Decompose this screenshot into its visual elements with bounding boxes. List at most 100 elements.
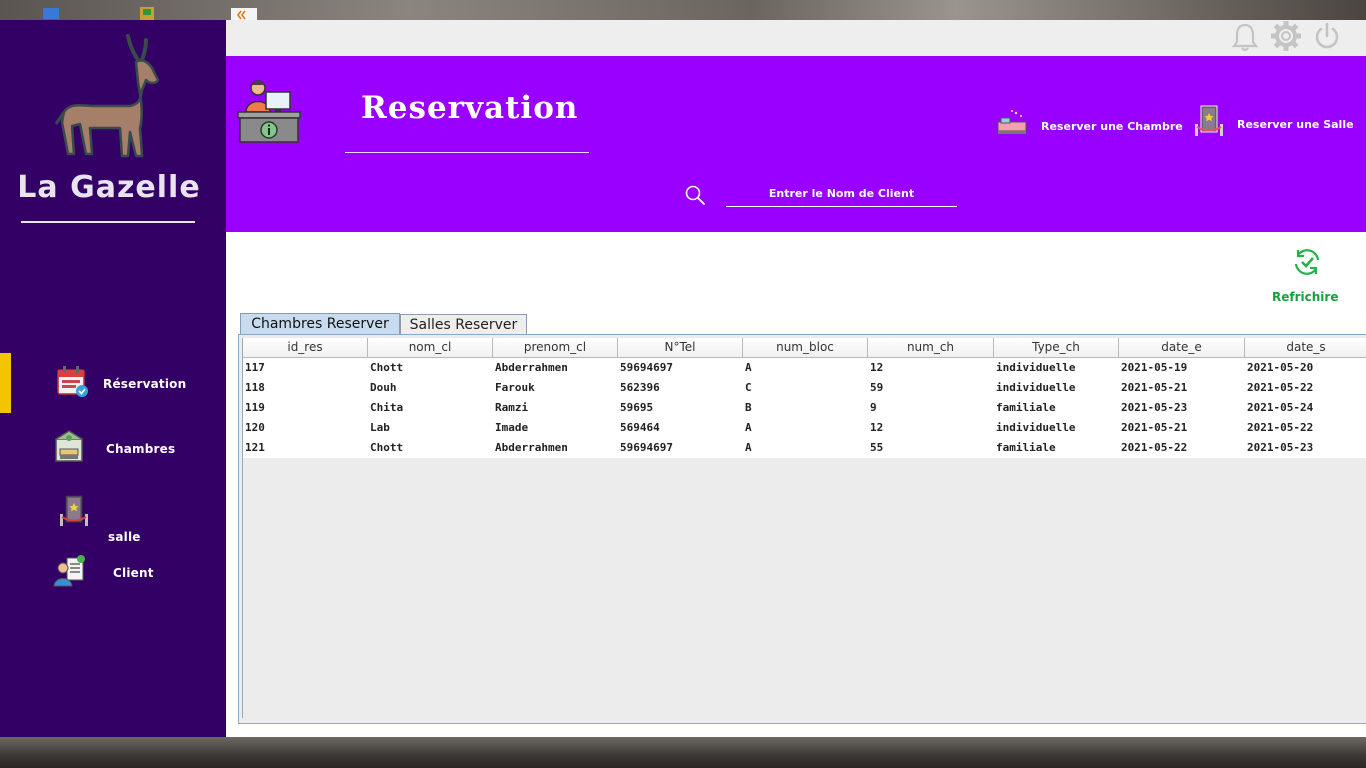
refresh-icon <box>1294 249 1320 275</box>
desktop-top-strip <box>0 0 1366 22</box>
search-icon[interactable] <box>684 184 706 206</box>
app-window: La Gazelle Réservation Chambres salle Cl… <box>0 20 1366 737</box>
refresh-button[interactable]: Refrichire <box>1272 246 1338 306</box>
table-cell: 9 <box>870 401 877 414</box>
reserve-hall-button[interactable]: Reserver une Salle <box>1192 104 1362 140</box>
table-cell: 569464 <box>620 421 660 434</box>
table-cell: A <box>745 421 752 434</box>
table-cell: A <box>745 441 752 454</box>
column-header[interactable]: Type_ch <box>994 338 1119 358</box>
client-profile-icon <box>53 555 85 587</box>
table-cell: 2021-05-22 <box>1121 441 1188 454</box>
table-cell: 2021-05-22 <box>1247 381 1314 394</box>
table-cell: Ramzi <box>495 401 529 414</box>
reservations-table: id_res nom_cl prenom_cl N°Tel num_bloc num_ch… <box>242 338 1366 718</box>
reception-desk-icon <box>237 80 301 143</box>
hall-door-icon <box>1195 105 1223 136</box>
desktop-bottom-strip <box>0 737 1366 768</box>
brand-underline <box>21 221 195 223</box>
table-cell: Farouk <box>495 381 535 394</box>
table-cell: 119 <box>245 401 265 414</box>
table-cell: Abderrahmen <box>495 361 568 374</box>
table-cell: 562396 <box>620 381 660 394</box>
column-header[interactable]: num_bloc <box>743 338 868 358</box>
reserve-room-button[interactable]: Reserver une Chambre <box>996 104 1186 140</box>
tab-chambres-reserver[interactable]: Chambres Reserver <box>240 313 400 335</box>
table-cell: B <box>745 401 752 414</box>
table-cell: Abderrahmen <box>495 441 568 454</box>
table-cell: 2021-05-21 <box>1121 421 1188 434</box>
table-row[interactable]: 120 Lab Imade 569464 A 12 individuelle 2021-05-… <box>243 418 1366 438</box>
sidebar-item-salle[interactable]: salle <box>0 492 226 544</box>
gazelle-logo-icon <box>54 34 160 158</box>
table-cell: 2021-05-19 <box>1121 361 1188 374</box>
table-cell: C <box>745 381 752 394</box>
table-cell: 2021-05-20 <box>1247 361 1314 374</box>
table-row[interactable]: 118 Douh Farouk 562396 C 59 individuelle 2021-0… <box>243 378 1366 398</box>
table-cell: Chott <box>370 361 404 374</box>
table-cell: 121 <box>245 441 265 454</box>
table-panel: id_res nom_cl prenom_cl N°Tel num_bloc num_ch… <box>238 334 1366 724</box>
column-header[interactable]: date_s <box>1245 338 1366 358</box>
table-cell: 2021-05-22 <box>1247 421 1314 434</box>
column-header[interactable]: num_ch <box>868 338 994 358</box>
title-underline <box>345 152 589 153</box>
table-cell: 59695 <box>620 401 654 414</box>
table-cell: 2021-05-24 <box>1247 401 1314 414</box>
column-header[interactable]: id_res <box>243 338 368 358</box>
page-title: Reservation <box>361 90 579 126</box>
sidebar-item-label: Client <box>113 566 154 580</box>
refresh-label: Refrichire <box>1272 290 1339 304</box>
desktop-package-icon <box>140 7 154 20</box>
sidebar-item-chambres[interactable]: Chambres <box>0 423 226 473</box>
table-cell: individuelle <box>996 421 1076 434</box>
sidebar-item-reservation[interactable]: Réservation <box>0 358 226 408</box>
main-content: Refrichire Chambres Reserver Salles Rese… <box>226 232 1366 737</box>
table-cell: Imade <box>495 421 529 434</box>
bell-icon[interactable] <box>1229 20 1261 54</box>
tab-salles-reserver[interactable]: Salles Reserver <box>400 314 527 335</box>
table-cell: 12 <box>870 361 884 374</box>
table-cell: 2021-05-21 <box>1121 381 1188 394</box>
table-cell: 59694697 <box>620 441 673 454</box>
desktop-folder-icon <box>43 8 59 19</box>
sidebar: La Gazelle Réservation Chambres salle Cl… <box>0 20 226 737</box>
gear-icon[interactable] <box>1270 20 1302 54</box>
sidebar-item-label: Chambres <box>106 442 176 456</box>
sidebar-item-label: salle <box>108 530 141 544</box>
table-header: id_res nom_cl prenom_cl N°Tel num_bloc num_ch… <box>243 338 1366 358</box>
column-header[interactable]: nom_cl <box>368 338 493 358</box>
sidebar-item-client[interactable]: Client <box>0 550 226 600</box>
brand-name: La Gazelle <box>17 170 201 205</box>
table-row[interactable]: 121 Chott Abderrahmen 59694697 A 55 familiale 2… <box>243 438 1366 458</box>
table-cell: 55 <box>870 441 884 454</box>
table-cell: 59 <box>870 381 884 394</box>
table-row[interactable]: 117 Chott Abderrahmen 59694697 A 12 individuel… <box>243 358 1366 378</box>
table-cell: familiale <box>996 401 1056 414</box>
column-header[interactable]: N°Tel <box>618 338 743 358</box>
header: Reservation Reserver une Chambre Reserve… <box>226 56 1366 232</box>
reserve-hall-label: Reserver une Salle <box>1237 118 1354 131</box>
client-search-input[interactable] <box>726 180 957 207</box>
table-cell: 2021-05-23 <box>1247 441 1314 454</box>
sidebar-item-label: Réservation <box>103 377 187 391</box>
table-cell: 117 <box>245 361 265 374</box>
book-now-calendar-icon <box>57 366 88 397</box>
table-cell: Lab <box>370 421 390 434</box>
table-cell: Chott <box>370 441 404 454</box>
column-header[interactable]: date_e <box>1119 338 1245 358</box>
table-cell: 12 <box>870 421 884 434</box>
table-cell: familiale <box>996 441 1056 454</box>
column-header[interactable]: prenom_cl <box>493 338 618 358</box>
top-bar <box>226 20 1366 56</box>
table-cell: Douh <box>370 381 397 394</box>
table-cell: 2021-05-23 <box>1121 401 1188 414</box>
table-row[interactable]: 119 Chita Ramzi 59695 B 9 familiale 2021-05-23 2… <box>243 398 1366 418</box>
table-cell: A <box>745 361 752 374</box>
table-cell: 118 <box>245 381 265 394</box>
power-icon[interactable] <box>1311 20 1343 54</box>
table-cell: 120 <box>245 421 265 434</box>
table-cell: 59694697 <box>620 361 673 374</box>
table-cell: individuelle <box>996 381 1076 394</box>
reserve-room-label: Reserver une Chambre <box>1041 120 1183 133</box>
